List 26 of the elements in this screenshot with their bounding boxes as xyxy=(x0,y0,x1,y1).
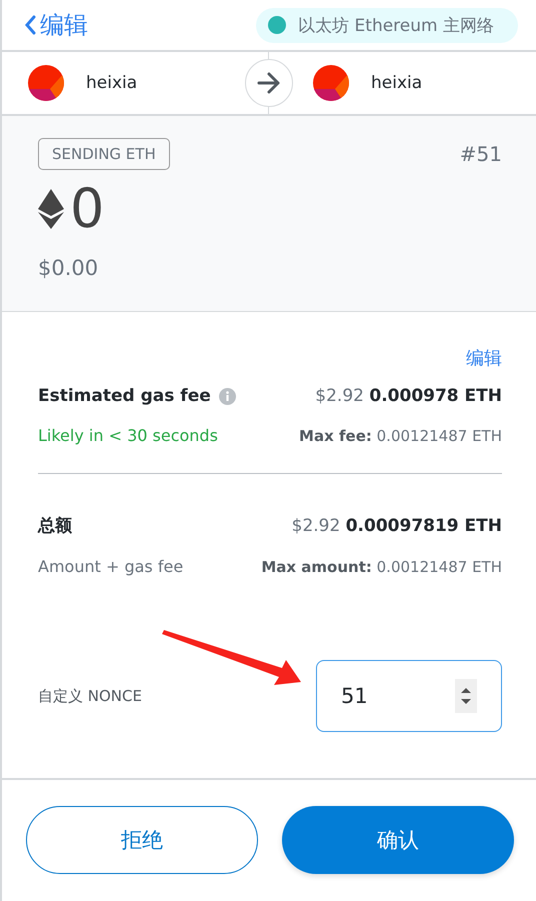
back-chevron-icon xyxy=(24,15,36,35)
custom-nonce-label: 自定义 NONCE xyxy=(38,686,142,706)
reject-button[interactable]: 拒绝 xyxy=(26,806,258,874)
transaction-type-badge: SENDING ETH xyxy=(38,138,170,170)
spinner-icon[interactable] xyxy=(455,679,477,713)
max-amount: Max amount: 0.00121487 ETH xyxy=(261,558,502,576)
edit-link[interactable]: 编辑 xyxy=(466,346,502,370)
recipient-account-name: heixia xyxy=(371,73,422,93)
nonce-input-field[interactable]: 51 xyxy=(316,660,502,732)
total-label: 总额 xyxy=(38,515,72,537)
nonce-number: #51 xyxy=(460,142,502,166)
sender-account-name: heixia xyxy=(86,73,138,93)
ethereum-icon xyxy=(38,189,64,229)
confirm-button[interactable]: 确认 xyxy=(282,806,514,874)
back-button[interactable]: 编辑 xyxy=(24,9,88,41)
network-selector[interactable]: 以太坊 Ethereum 主网络 xyxy=(256,8,518,42)
total-value: $2.92 0.00097819 ETH xyxy=(292,516,502,536)
total-subtitle: Amount + gas fee xyxy=(38,557,184,576)
account-avatar-icon xyxy=(313,65,349,101)
gas-fee-value: $2.92 0.000978 ETH xyxy=(315,386,502,406)
max-fee: Max fee: 0.00121487 ETH xyxy=(299,426,502,444)
fiat-amount: $0.00 xyxy=(38,256,100,280)
timing-estimate: Likely in < 30 seconds xyxy=(38,426,218,445)
gas-fee-label: Estimated gas fee xyxy=(38,386,211,406)
amount-value: 0 xyxy=(70,182,104,236)
account-avatar-icon xyxy=(28,65,64,101)
